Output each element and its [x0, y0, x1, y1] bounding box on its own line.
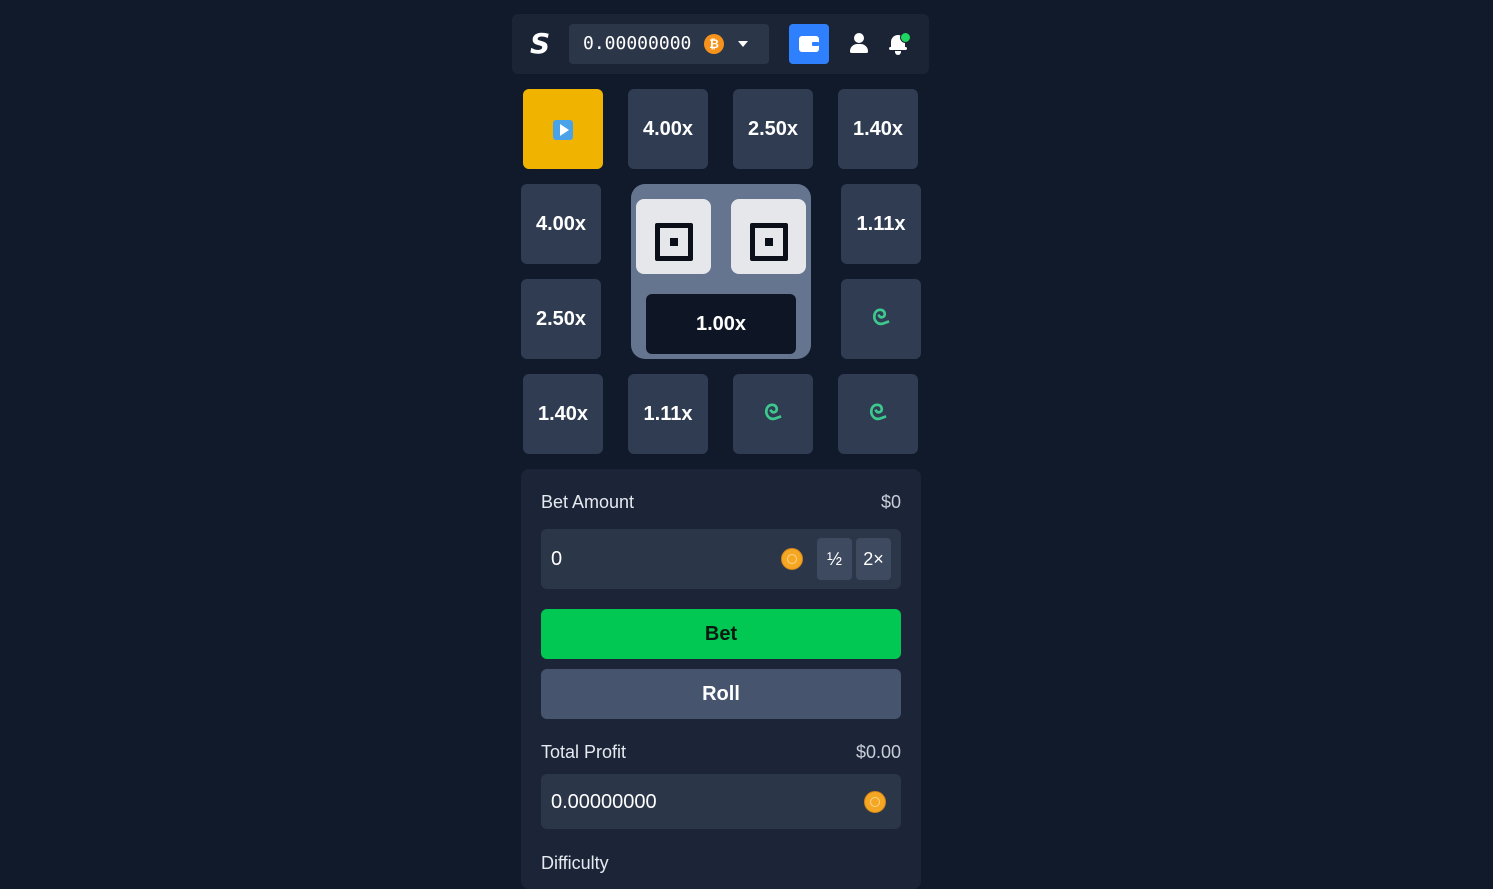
notification-dot — [900, 32, 911, 43]
bet-amount-field[interactable]: 0 ½ 2× — [541, 529, 901, 589]
board-tile: 2.50x — [521, 279, 601, 359]
total-profit-usd: $0.00 — [855, 742, 901, 762]
dice-panel: 1.00x — [631, 184, 811, 359]
coin-icon — [781, 548, 803, 570]
top-bar: S 0.00000000 ₿ — [512, 14, 929, 74]
board-tile: 1.40x — [838, 89, 918, 169]
snake-icon: ᘓ — [866, 399, 890, 428]
total-profit-label: Total Profit — [541, 742, 627, 762]
user-icon[interactable] — [849, 33, 869, 55]
total-profit-value: 0.00000000 — [551, 791, 657, 813]
roll-button[interactable]: Roll — [541, 669, 901, 719]
double-bet-button[interactable]: 2× — [856, 538, 891, 580]
board-tile-snake: ᘓ — [841, 279, 921, 359]
notification-bell-icon[interactable] — [889, 32, 911, 56]
board-tile: 4.00x — [628, 89, 708, 169]
board-tile-start — [523, 89, 603, 169]
bet-button[interactable]: Bet — [541, 609, 901, 659]
wallet-button[interactable] — [789, 24, 829, 64]
bet-amount-input[interactable]: 0 — [551, 548, 562, 571]
board-tile: 1.11x — [628, 374, 708, 454]
current-multiplier: 1.00x — [646, 294, 796, 354]
board-tile-snake: ᘓ — [733, 374, 813, 454]
board-tile: 4.00x — [521, 184, 601, 264]
snake-icon: ᘓ — [869, 304, 893, 333]
difficulty-label: Difficulty — [541, 853, 609, 873]
chevron-down-icon[interactable] — [738, 41, 748, 47]
die-one-face — [636, 199, 711, 274]
half-bet-button[interactable]: ½ — [817, 538, 852, 580]
bet-amount-label: Bet Amount — [541, 492, 635, 512]
coin-icon — [864, 791, 886, 813]
board-tile: 2.50x — [733, 89, 813, 169]
board-tile: 1.11x — [841, 184, 921, 264]
board-tile: 1.40x — [523, 374, 603, 454]
bet-amount-usd: $0 — [880, 492, 901, 512]
total-profit-field: 0.00000000 — [541, 774, 901, 829]
site-logo[interactable]: S — [530, 28, 550, 60]
die-one-face — [731, 199, 806, 274]
balance-selector[interactable]: 0.00000000 ₿ — [569, 24, 769, 64]
board-tile-snake: ᘓ — [838, 374, 918, 454]
bet-panel: Bet Amount $0 0 ½ 2× Bet Roll Total Prof… — [521, 469, 921, 889]
bitcoin-icon: ₿ — [704, 34, 724, 54]
snake-icon: ᘓ — [761, 399, 785, 428]
balance-value: 0.00000000 — [583, 33, 692, 54]
play-icon — [553, 119, 573, 140]
